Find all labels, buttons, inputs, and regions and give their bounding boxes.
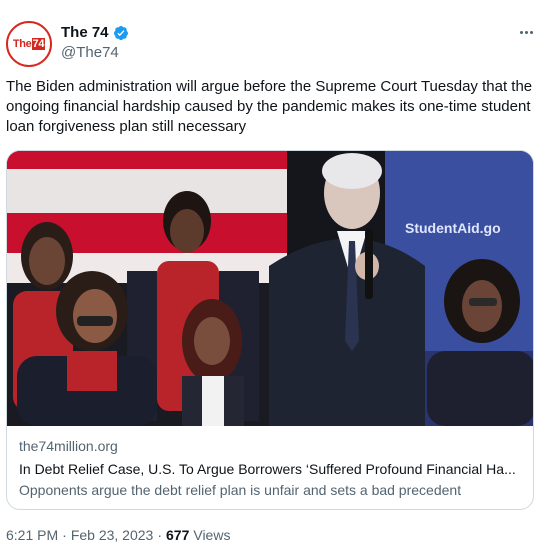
- author-name-row[interactable]: The 74: [61, 24, 129, 41]
- tweet-date[interactable]: Feb 23, 2023: [71, 527, 154, 543]
- more-options-icon[interactable]: [512, 22, 540, 42]
- the74-logo: The74: [12, 38, 46, 50]
- views-count: 677: [166, 527, 190, 543]
- link-card[interactable]: StudentAid.go the74million.org In Debt R…: [6, 150, 534, 510]
- card-meta[interactable]: the74million.org In Debt Relief Case, U.…: [19, 437, 524, 500]
- tweet-text: The Biden administration will argue befo…: [6, 78, 533, 135]
- card-image-sign: StudentAid.go: [405, 220, 501, 236]
- card-title[interactable]: In Debt Relief Case, U.S. To Argue Borro…: [19, 459, 524, 479]
- card-description: Opponents argue the debt relief plan is …: [19, 482, 462, 498]
- tweet-footer: 6:21 PM · Feb 23, 2023 · 677 Views: [6, 527, 230, 543]
- views-label: Views: [193, 527, 231, 543]
- separator: ·: [62, 527, 67, 543]
- display-name[interactable]: The 74: [61, 24, 109, 41]
- tweet-time[interactable]: 6:21 PM: [6, 527, 58, 543]
- verified-badge-icon: [113, 25, 128, 40]
- card-domain[interactable]: the74million.org: [19, 437, 524, 456]
- author-handle[interactable]: @The74: [61, 44, 119, 61]
- tweet[interactable]: The74 The 74 @The74 The Biden administra…: [0, 0, 551, 558]
- separator: ·: [157, 527, 162, 543]
- card-image[interactable]: StudentAid.go: [7, 151, 534, 426]
- avatar[interactable]: The74: [6, 21, 52, 67]
